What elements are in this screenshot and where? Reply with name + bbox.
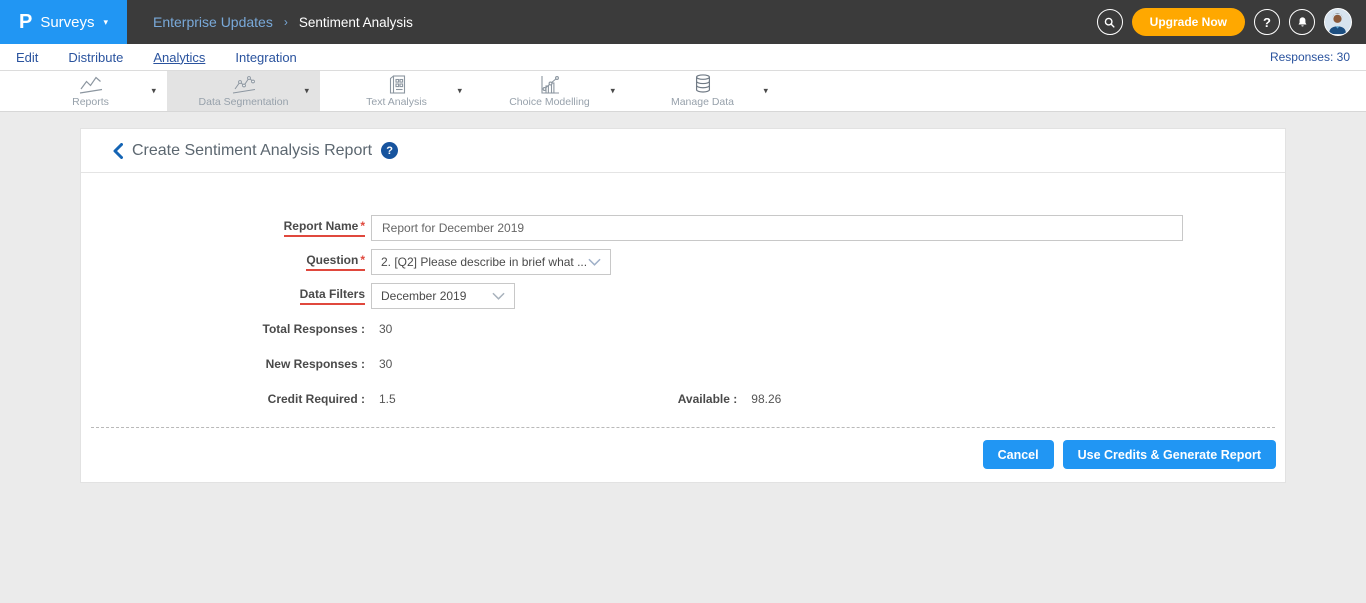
account-avatar[interactable] bbox=[1324, 8, 1352, 36]
data-filters-label: Data Filters bbox=[81, 287, 365, 305]
chevron-down-icon: ▾ bbox=[104, 17, 109, 28]
generate-report-button[interactable]: Use Credits & Generate Report bbox=[1063, 440, 1276, 469]
data-filters-select[interactable]: December 2019 bbox=[371, 283, 515, 309]
search-button[interactable] bbox=[1097, 9, 1123, 35]
chevron-down-icon[interactable]: ▾ bbox=[610, 86, 615, 97]
chevron-down-icon[interactable]: ▾ bbox=[151, 86, 156, 97]
new-responses-label: New Responses : bbox=[81, 357, 365, 371]
total-responses-row: Total Responses : 30 bbox=[81, 322, 1285, 336]
available-credits-value: 98.26 bbox=[751, 392, 781, 406]
help-button[interactable]: ? bbox=[1254, 9, 1280, 35]
create-report-panel: Create Sentiment Analysis Report ? Repor… bbox=[80, 128, 1286, 483]
toolbar-item-manage-data[interactable]: Manage Data ▾ bbox=[626, 71, 779, 111]
product-name: Surveys bbox=[40, 14, 94, 31]
total-responses-value: 30 bbox=[379, 322, 392, 336]
chevron-left-icon bbox=[113, 143, 123, 159]
toolbar-item-label: Data Segmentation bbox=[199, 96, 289, 108]
new-responses-row: New Responses : 30 bbox=[81, 357, 1285, 371]
line-chart-icon bbox=[78, 74, 104, 95]
tab-edit[interactable]: Edit bbox=[16, 50, 38, 65]
tab-integration[interactable]: Integration bbox=[235, 50, 296, 65]
question-mark-icon: ? bbox=[1263, 15, 1271, 30]
text-document-icon bbox=[386, 74, 408, 95]
top-bar: P Surveys ▾ Enterprise Updates › Sentime… bbox=[0, 0, 1366, 44]
breadcrumb-separator: › bbox=[284, 15, 288, 29]
toolbar-item-label: Choice Modelling bbox=[509, 96, 590, 108]
chevron-down-icon[interactable]: ▾ bbox=[457, 86, 462, 97]
bell-icon bbox=[1296, 16, 1309, 29]
questionpro-logo: P bbox=[19, 11, 32, 34]
search-icon bbox=[1103, 16, 1116, 29]
toolbar-item-text-analysis[interactable]: Text Analysis ▾ bbox=[320, 71, 473, 111]
question-label: Question* bbox=[81, 253, 365, 271]
toolbar-item-label: Text Analysis bbox=[366, 96, 427, 108]
panel-footer: Cancel Use Credits & Generate Report bbox=[81, 428, 1285, 482]
total-responses-label: Total Responses : bbox=[81, 322, 365, 336]
avatar-image bbox=[1325, 9, 1350, 34]
panel-header: Create Sentiment Analysis Report ? bbox=[81, 129, 1285, 173]
breadcrumb-parent[interactable]: Enterprise Updates bbox=[153, 14, 273, 30]
create-report-form: Report Name* Question* 2. [Q2] Please de… bbox=[81, 173, 1285, 482]
available-credits-label: Available : bbox=[678, 392, 738, 406]
report-name-row: Report Name* bbox=[81, 215, 1285, 241]
tab-distribute[interactable]: Distribute bbox=[68, 50, 123, 65]
chevron-down-icon[interactable]: ▾ bbox=[304, 86, 309, 97]
breadcrumb: Enterprise Updates › Sentiment Analysis bbox=[153, 14, 413, 30]
survey-nav: Edit Distribute Analytics Integration Re… bbox=[0, 44, 1366, 71]
analytics-toolbar: Reports ▾ Data Segmentation ▾ Text Analy… bbox=[0, 71, 1366, 112]
credit-required-label: Credit Required : bbox=[81, 392, 365, 406]
question-row: Question* 2. [Q2] Please describe in bri… bbox=[81, 249, 1285, 275]
scatter-chart-icon bbox=[231, 74, 257, 95]
page-title: Create Sentiment Analysis Report bbox=[132, 142, 372, 160]
chevron-down-icon[interactable]: ▾ bbox=[763, 86, 768, 97]
breadcrumb-current: Sentiment Analysis bbox=[299, 15, 413, 30]
question-select-value: 2. [Q2] Please describe in brief what ..… bbox=[381, 255, 587, 269]
back-button[interactable] bbox=[113, 143, 123, 159]
toolbar-item-choice-modelling[interactable]: Choice Modelling ▾ bbox=[473, 71, 626, 111]
responses-count[interactable]: Responses: 30 bbox=[1270, 50, 1350, 64]
credit-required-value: 1.5 bbox=[379, 392, 396, 406]
data-filters-row: Data Filters December 2019 bbox=[81, 283, 1285, 309]
report-name-input[interactable] bbox=[371, 215, 1183, 241]
chevron-down-icon bbox=[492, 292, 505, 300]
required-asterisk: * bbox=[360, 219, 365, 233]
toolbar-item-data-segmentation[interactable]: Data Segmentation ▾ bbox=[167, 71, 320, 111]
toolbar-item-label: Reports bbox=[72, 96, 109, 108]
brand-menu[interactable]: P Surveys ▾ bbox=[0, 0, 127, 44]
toolbar-item-reports[interactable]: Reports ▾ bbox=[14, 71, 167, 111]
chevron-down-icon bbox=[588, 258, 601, 266]
topbar-actions: Upgrade Now ? bbox=[1097, 8, 1366, 36]
title-help-icon[interactable]: ? bbox=[381, 142, 398, 159]
notifications-button[interactable] bbox=[1289, 9, 1315, 35]
report-name-label: Report Name* bbox=[81, 219, 365, 237]
toolbar-item-label: Manage Data bbox=[671, 96, 734, 108]
data-filters-select-value: December 2019 bbox=[381, 289, 466, 303]
required-asterisk: * bbox=[360, 253, 365, 267]
upgrade-now-button[interactable]: Upgrade Now bbox=[1132, 8, 1245, 36]
new-responses-value: 30 bbox=[379, 357, 392, 371]
database-icon bbox=[692, 74, 714, 95]
cancel-button[interactable]: Cancel bbox=[983, 440, 1054, 469]
tab-analytics[interactable]: Analytics bbox=[153, 50, 205, 65]
question-select[interactable]: 2. [Q2] Please describe in brief what ..… bbox=[371, 249, 611, 275]
choice-chart-icon bbox=[538, 74, 562, 95]
credit-required-row: Credit Required : 1.5 Available : 98.26 bbox=[81, 392, 1285, 406]
